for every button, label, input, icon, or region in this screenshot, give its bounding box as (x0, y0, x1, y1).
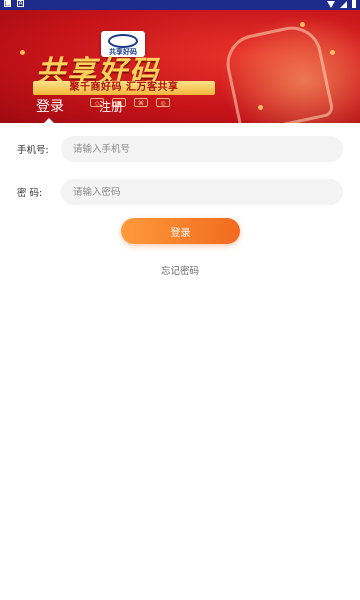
forgot-password-link[interactable]: 忘记密码 (0, 263, 360, 277)
password-input[interactable] (61, 179, 343, 205)
password-row: 密 码: (0, 179, 360, 205)
banner-subtitle: 聚千商好码 汇万客共享 (69, 82, 179, 93)
wifi-icon (327, 0, 335, 8)
tab-register[interactable]: 注册 (99, 98, 123, 115)
phone-label: 手机号: (17, 145, 49, 156)
coupon-icon: ◎ (156, 98, 170, 107)
status-bar: ■ A (0, 0, 360, 10)
battery-icon (352, 0, 356, 8)
signal-icon (340, 0, 347, 8)
sparkle-icon (330, 50, 335, 55)
app-notification-icon: A (17, 0, 24, 7)
active-tab-indicator (44, 118, 54, 123)
logo-ring-icon (108, 34, 138, 48)
tab-login[interactable]: 登录 (36, 96, 64, 116)
password-label: 密 码: (17, 188, 43, 199)
notification-icon: ■ (4, 0, 11, 7)
share-icon: ⌘ (134, 98, 148, 107)
sparkle-icon (258, 105, 263, 110)
login-button[interactable]: 登录 (121, 218, 240, 244)
sparkle-icon (300, 22, 305, 27)
phone-input[interactable] (61, 136, 343, 162)
phone-row: 手机号: (0, 136, 360, 162)
sparkle-icon (20, 50, 25, 55)
